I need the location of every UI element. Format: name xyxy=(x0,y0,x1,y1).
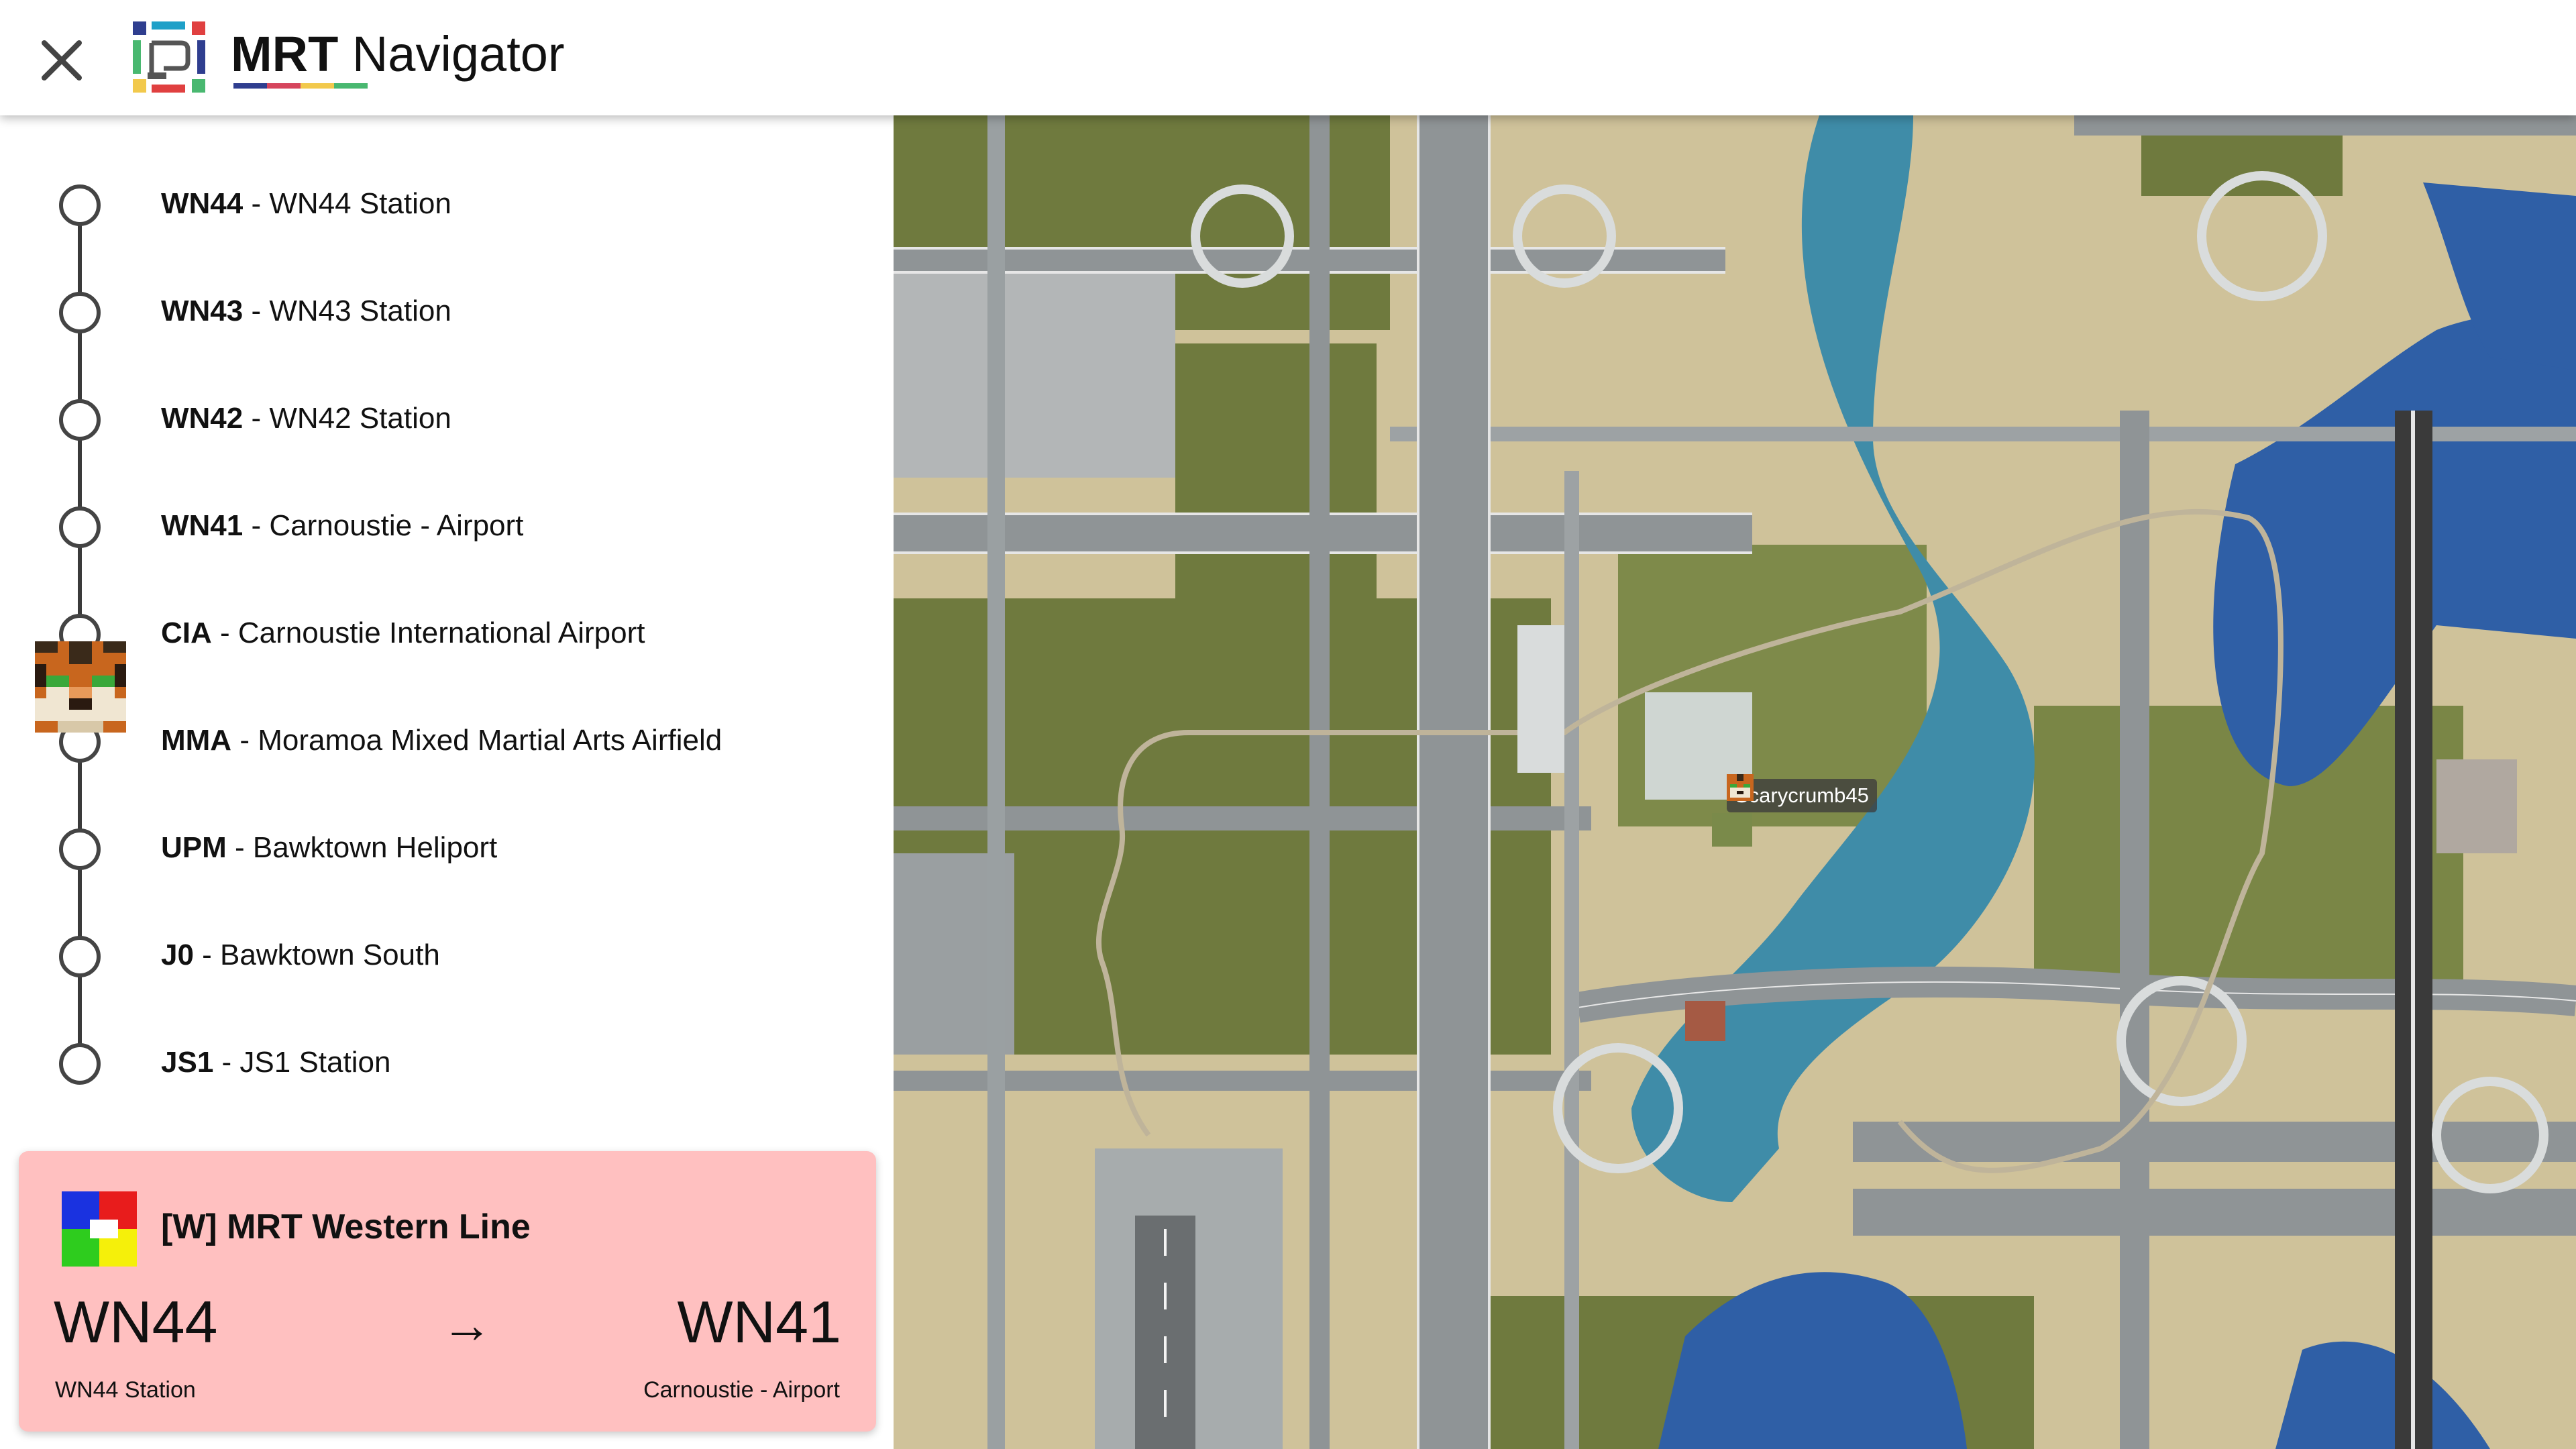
stop-code: JS1 xyxy=(161,1046,214,1079)
stop-code: WN44 xyxy=(161,187,244,220)
stop-name: - WN44 Station xyxy=(243,187,451,220)
destination-name: Carnoustie - Airport xyxy=(643,1377,840,1403)
stop-name: - Carnoustie International Airport xyxy=(211,616,645,649)
stop-label: JS1 - JS1 Station xyxy=(161,1044,390,1081)
stop-marker xyxy=(59,292,101,333)
stop-item[interactable]: WN43 - WN43 Station xyxy=(0,272,872,353)
underline-segment xyxy=(301,83,334,89)
world-map[interactable]: Scarycrumb45 xyxy=(894,115,2576,1449)
stop-label: WN44 - WN44 Station xyxy=(161,185,451,223)
stop-name: - WN42 Station xyxy=(243,402,451,435)
stop-code: MMA xyxy=(161,724,232,757)
underline-segment xyxy=(334,83,368,89)
app-title-bold: MRT xyxy=(231,26,339,82)
stop-label: WN43 - WN43 Station xyxy=(161,292,451,330)
stop-marker xyxy=(59,1043,101,1085)
stop-label: MMA - Moramoa Mixed Martial Arts Airfiel… xyxy=(161,722,722,759)
stop-name: - Bawktown South xyxy=(193,938,440,971)
app-title-rest: Navigator xyxy=(338,26,565,82)
mrt-logo-icon xyxy=(133,21,205,93)
stop-code: WN41 xyxy=(161,509,244,542)
stop-marker xyxy=(59,399,101,441)
stop-name: - JS1 Station xyxy=(213,1046,391,1079)
stop-name: - Bawktown Heliport xyxy=(226,831,498,864)
line-color-icon xyxy=(62,1191,137,1267)
stop-label: CIA - Carnoustie International Airport xyxy=(161,614,645,652)
stop-label: WN41 - Carnoustie - Airport xyxy=(161,507,523,545)
app-title: MRT Navigator xyxy=(231,24,565,85)
stop-code: CIA xyxy=(161,616,212,649)
stop-code: WN42 xyxy=(161,402,244,435)
close-icon xyxy=(42,40,82,80)
player-head-icon xyxy=(35,641,126,733)
title-underline xyxy=(233,83,368,89)
stop-code: J0 xyxy=(161,938,194,971)
origin-name: WN44 Station xyxy=(55,1377,196,1403)
app-header: MRT Navigator xyxy=(0,0,2576,115)
stop-item[interactable]: WN41 - Carnoustie - Airport xyxy=(0,487,872,568)
stop-name: - Carnoustie - Airport xyxy=(243,509,524,542)
destination-code: WN41 xyxy=(677,1289,842,1355)
stop-item[interactable]: WN42 - WN42 Station xyxy=(0,380,872,460)
stop-name: - Moramoa Mixed Martial Arts Airfield xyxy=(231,724,722,757)
underline-segment xyxy=(233,83,267,89)
line-name: [W] MRT Western Line xyxy=(161,1208,531,1246)
stop-item[interactable]: WN44 - WN44 Station xyxy=(0,165,872,246)
stop-item[interactable]: CIA - Carnoustie International Airport xyxy=(0,594,872,675)
stop-code: UPM xyxy=(161,831,227,864)
route-summary-card[interactable]: [W] MRT Western Line WN44 → WN41 WN44 St… xyxy=(19,1151,876,1432)
stop-marker xyxy=(59,184,101,226)
player-marker[interactable]: Scarycrumb45 xyxy=(1727,774,1877,817)
underline-segment xyxy=(267,83,301,89)
stop-item[interactable]: J0 - Bawktown South xyxy=(0,916,872,997)
stop-marker xyxy=(59,936,101,977)
route-sidebar: WN44 - WN44 Station WN43 - WN43 Station … xyxy=(0,115,894,1449)
direction-arrow: → xyxy=(441,1297,492,1354)
origin-code: WN44 xyxy=(54,1289,218,1355)
stop-label: UPM - Bawktown Heliport xyxy=(161,829,497,867)
stop-code: WN43 xyxy=(161,294,244,327)
stop-marker xyxy=(59,828,101,870)
close-button[interactable] xyxy=(35,34,89,87)
stop-marker xyxy=(59,506,101,548)
stop-label: WN42 - WN42 Station xyxy=(161,400,451,437)
stop-label: J0 - Bawktown South xyxy=(161,936,440,974)
stop-item[interactable]: MMA - Moramoa Mixed Martial Arts Airfiel… xyxy=(0,702,872,782)
stop-item[interactable]: JS1 - JS1 Station xyxy=(0,1024,872,1104)
stop-name: - WN43 Station xyxy=(243,294,451,327)
player-avatar-icon xyxy=(1727,774,1754,801)
stop-item[interactable]: UPM - Bawktown Heliport xyxy=(0,809,872,890)
